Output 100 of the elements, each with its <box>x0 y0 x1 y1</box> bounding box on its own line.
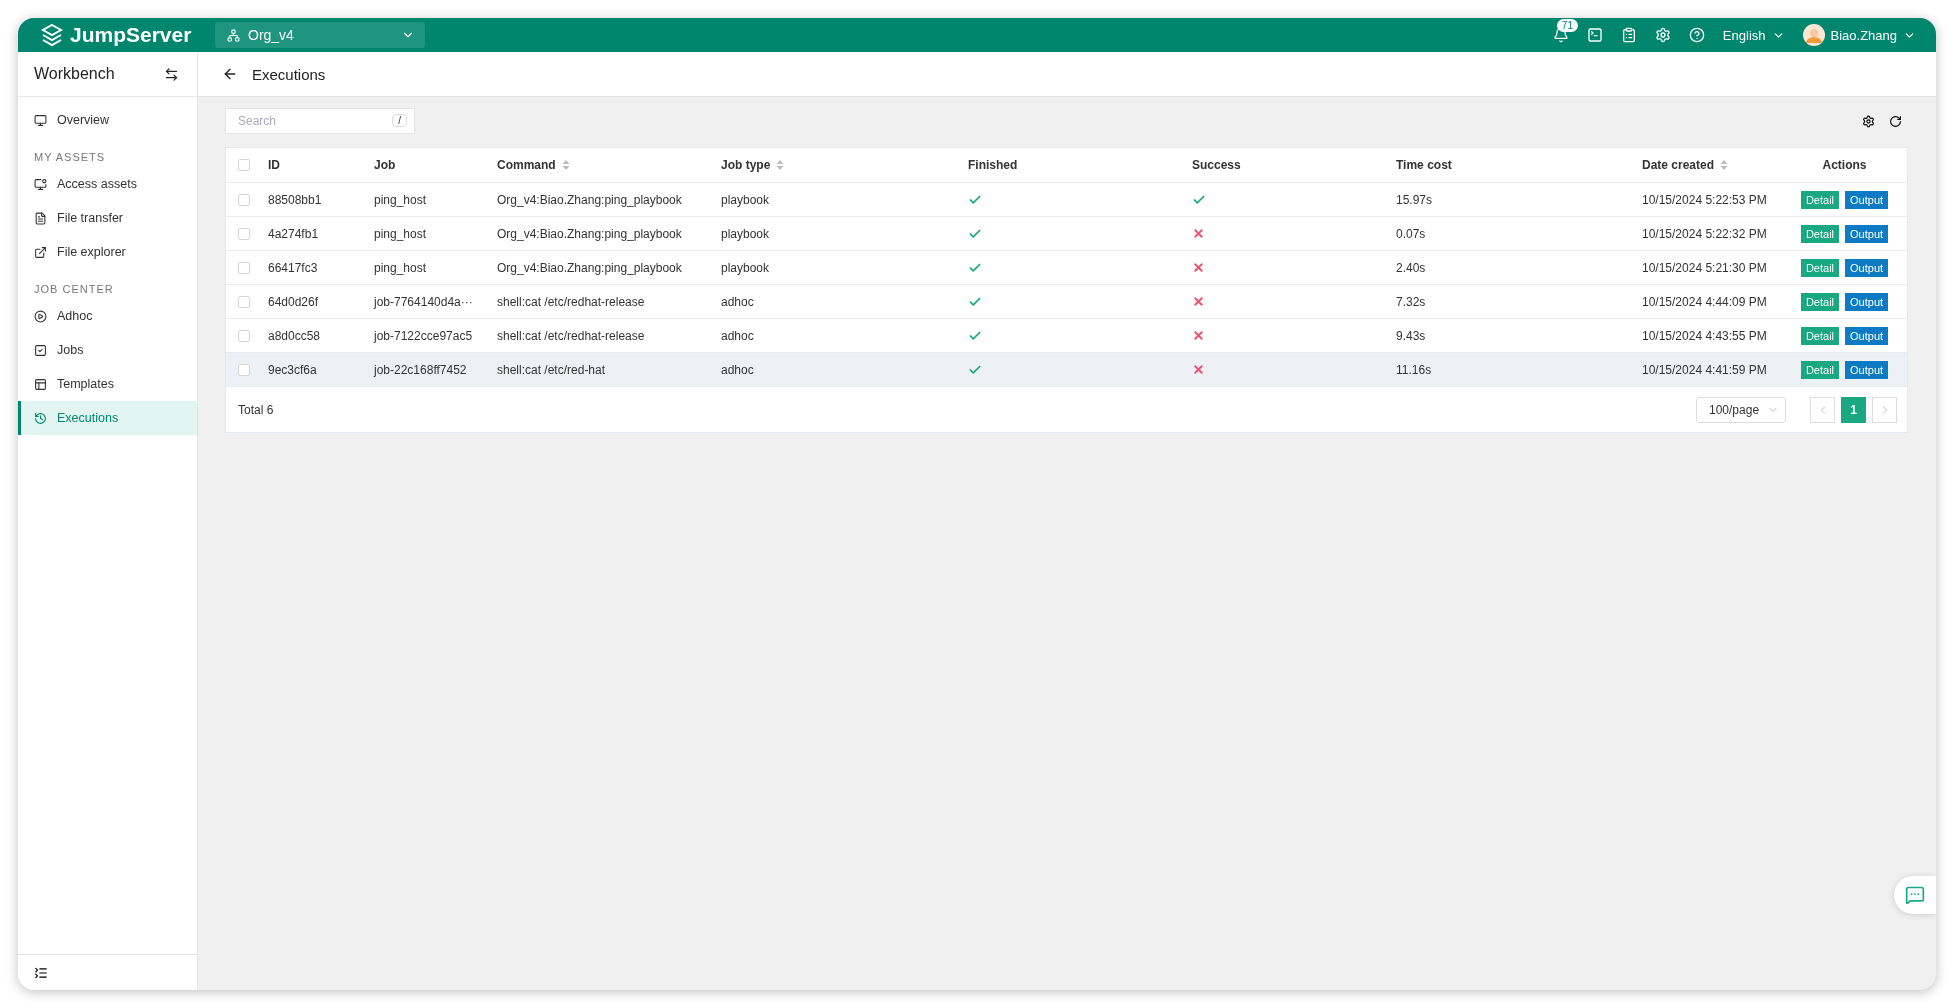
page-size-select[interactable]: 100/page <box>1696 396 1786 423</box>
chat-icon <box>1905 885 1925 905</box>
table-cell: 10/15/2024 5:22:53 PM <box>1642 192 1767 207</box>
section-heading: MY ASSETS <box>33 150 107 165</box>
table-cell: a8d0cc58 <box>268 328 321 343</box>
hierarchy-icon <box>227 28 240 42</box>
table-cell: playbook <box>721 192 770 207</box>
checkbox[interactable] <box>238 193 250 206</box>
settings-icon[interactable] <box>1862 114 1875 128</box>
table-cell: 66417fc3 <box>268 260 318 275</box>
previous-page-button[interactable] <box>1810 396 1835 423</box>
refresh-icon[interactable] <box>1889 114 1902 128</box>
table-cell: 9ec3cf6a <box>268 362 317 377</box>
column-header: Date created <box>1642 158 1715 172</box>
table-cell: 10/15/2024 4:43:55 PM <box>1642 328 1767 343</box>
next-page-button[interactable] <box>1872 396 1897 423</box>
page-button[interactable]: 1 <box>1841 396 1866 423</box>
column-header: Job type <box>721 158 771 172</box>
column-header: Job <box>374 158 396 172</box>
sort-icon[interactable] <box>776 159 785 171</box>
table-cell: shell:cat /etc/redhat-release <box>497 294 645 309</box>
checkbox[interactable] <box>238 363 250 376</box>
table-cell: Org_v4:Biao.Zhang:ping_playbook <box>497 192 682 207</box>
table-cell: playbook <box>721 226 770 241</box>
monitor-icon <box>34 113 47 127</box>
table-cell: adhoc <box>721 362 754 377</box>
monitor-icon <box>34 177 47 191</box>
sidebar-item[interactable]: Jobs <box>18 333 197 367</box>
detail-button[interactable]: Detail <box>1800 326 1840 345</box>
sidebar-item[interactable]: File transfer <box>18 201 197 235</box>
table-cell: Org_v4:Biao.Zhang:ping_playbook <box>497 226 682 241</box>
layout-icon <box>34 377 47 391</box>
sort-icon[interactable] <box>561 159 570 171</box>
table-cell: 10/15/2024 5:22:32 PM <box>1642 226 1767 241</box>
sidebar-item[interactable]: Adhoc <box>18 299 197 333</box>
logo-text: JumpServer <box>70 23 192 47</box>
table-cell: job-7122cce97ac5 <box>374 328 473 343</box>
column-header: Actions <box>1822 158 1867 172</box>
clipboard-icon[interactable] <box>1620 27 1637 43</box>
table-cell: ping_host <box>374 192 427 207</box>
checkbox-icon <box>34 343 47 357</box>
table-cell: 64d0d26f <box>268 294 319 309</box>
sidebar-item[interactable]: Access assets <box>18 167 197 201</box>
external-link-icon <box>34 245 47 259</box>
detail-button[interactable]: Detail <box>1800 258 1840 277</box>
output-button[interactable]: Output <box>1845 326 1889 345</box>
language-selector[interactable]: English <box>1722 27 1785 43</box>
column-header: Success <box>1192 158 1241 172</box>
collapse-icon[interactable] <box>34 965 48 980</box>
switch-icon[interactable] <box>164 66 179 82</box>
table-cell: 10/15/2024 4:44:09 PM <box>1642 294 1767 309</box>
checkbox[interactable] <box>238 227 250 240</box>
notification-badge: 71 <box>1556 19 1578 32</box>
sidebar-title: Workbench <box>34 65 115 83</box>
sidebar-item[interactable]: File explorer <box>18 235 197 269</box>
back-icon[interactable] <box>222 66 238 82</box>
table-cell: 9.43s <box>1396 328 1426 343</box>
sidebar-item[interactable]: Templates <box>18 367 197 401</box>
output-button[interactable]: Output <box>1845 258 1889 277</box>
output-button[interactable]: Output <box>1845 190 1889 209</box>
help-icon[interactable] <box>1688 27 1705 43</box>
table-cell: job-22c168ff7452 <box>374 362 467 377</box>
checkbox[interactable] <box>238 159 250 171</box>
output-button[interactable]: Output <box>1845 360 1889 379</box>
table-cell: 4a274fb1 <box>268 226 319 241</box>
output-button[interactable]: Output <box>1845 224 1889 243</box>
column-header: Command <box>497 158 556 172</box>
notification-bell-icon[interactable] <box>1552 27 1569 43</box>
table-cell: 88508bb1 <box>268 192 322 207</box>
column-header: ID <box>268 158 280 172</box>
table-cell: 2.40s <box>1396 260 1426 275</box>
sort-icon[interactable] <box>1720 159 1729 171</box>
detail-button[interactable]: Detail <box>1800 190 1840 209</box>
table-cell: 10/15/2024 5:21:30 PM <box>1642 260 1767 275</box>
table-cell: 7.32s <box>1396 294 1426 309</box>
output-button[interactable]: Output <box>1845 292 1889 311</box>
shortcut-key: / <box>392 114 407 127</box>
chat-button[interactable] <box>1894 876 1936 914</box>
org-selector[interactable]: Org_v4 <box>215 22 425 48</box>
checkbox[interactable] <box>238 329 250 342</box>
sidebar-item[interactable]: Executions <box>18 401 197 435</box>
table-cell: ping_host <box>374 226 427 241</box>
column-header: Finished <box>968 158 1018 172</box>
table-cell: 10/15/2024 4:41:59 PM <box>1642 362 1767 377</box>
checkbox[interactable] <box>238 295 250 308</box>
table-cell: Org_v4:Biao.Zhang:ping_playbook <box>497 260 682 275</box>
table-cell: 0.07s <box>1396 226 1426 241</box>
user-menu[interactable]: Biao.Zhang <box>1830 27 1916 43</box>
terminal-icon[interactable] <box>1586 27 1603 43</box>
table-cell: 11.16s <box>1396 362 1432 377</box>
avatar <box>1802 24 1825 46</box>
sidebar-item[interactable]: Overview <box>18 103 197 137</box>
detail-button[interactable]: Detail <box>1800 360 1840 379</box>
section-heading: JOB CENTER <box>33 282 115 297</box>
document-icon <box>34 211 47 225</box>
page-title: Executions <box>252 65 326 83</box>
table-cell: ping_host <box>374 260 427 275</box>
detail-button[interactable]: Detail <box>1800 224 1840 243</box>
detail-button[interactable]: Detail <box>1800 292 1840 311</box>
checkbox[interactable] <box>238 261 250 274</box>
